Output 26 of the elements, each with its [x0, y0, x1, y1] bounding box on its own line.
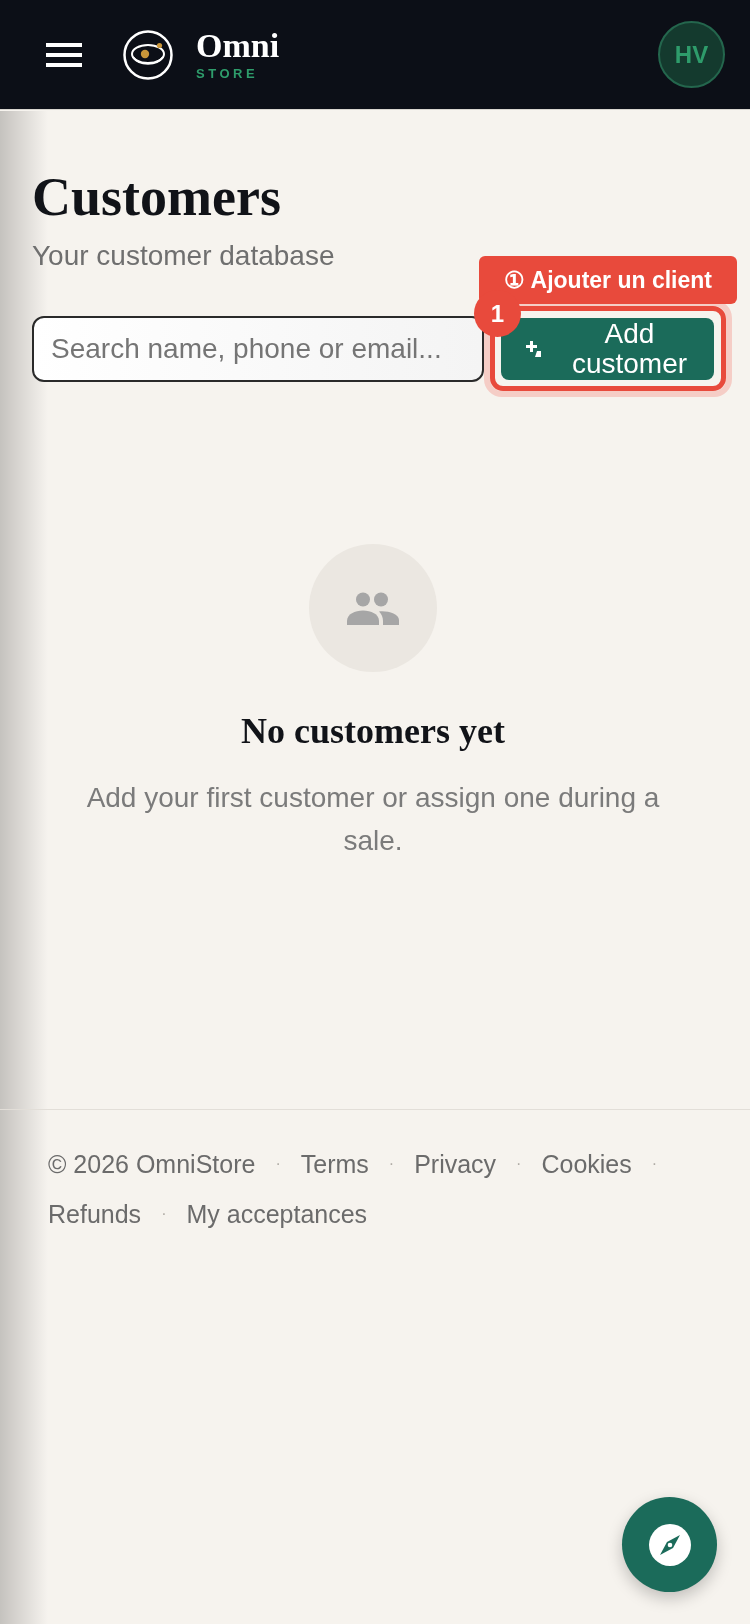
brand-name: Omni: [196, 28, 280, 63]
compass-icon: [648, 1523, 691, 1566]
footer-link[interactable]: My acceptances: [186, 1189, 368, 1239]
empty-state-title: No customers yet: [241, 710, 505, 753]
dot-separator: ·: [275, 1154, 281, 1174]
brand-tagline: STORE: [196, 66, 260, 81]
dot-separator: ·: [516, 1154, 522, 1174]
dot-separator: ·: [651, 1154, 658, 1174]
menu-icon: [46, 42, 82, 67]
empty-state-message: Add your first customer or assign one during a sale.: [85, 781, 661, 858]
user-avatar[interactable]: HV: [658, 21, 725, 88]
search-field[interactable]: Search name, phone or email...: [32, 316, 484, 382]
logo-icon: [123, 29, 173, 80]
footer-link[interactable]: Privacy: [414, 1139, 497, 1189]
footer-link[interactable]: Refunds: [48, 1189, 142, 1239]
page-title: Customers: [32, 170, 282, 224]
menu-button[interactable]: [46, 42, 82, 67]
page-subtitle: Your customer database: [32, 240, 336, 272]
tour-tooltip: ① Ajouter un client: [479, 256, 737, 304]
footer-link[interactable]: Cookies: [541, 1139, 632, 1189]
copyright-text: © 2026 OmniStore: [48, 1149, 256, 1180]
plus-icon: [526, 341, 541, 357]
dot-separator: ·: [161, 1204, 167, 1224]
footer-link[interactable]: Terms: [300, 1139, 369, 1189]
dot-separator: ·: [388, 1154, 395, 1174]
compass-button[interactable]: [622, 1497, 717, 1592]
